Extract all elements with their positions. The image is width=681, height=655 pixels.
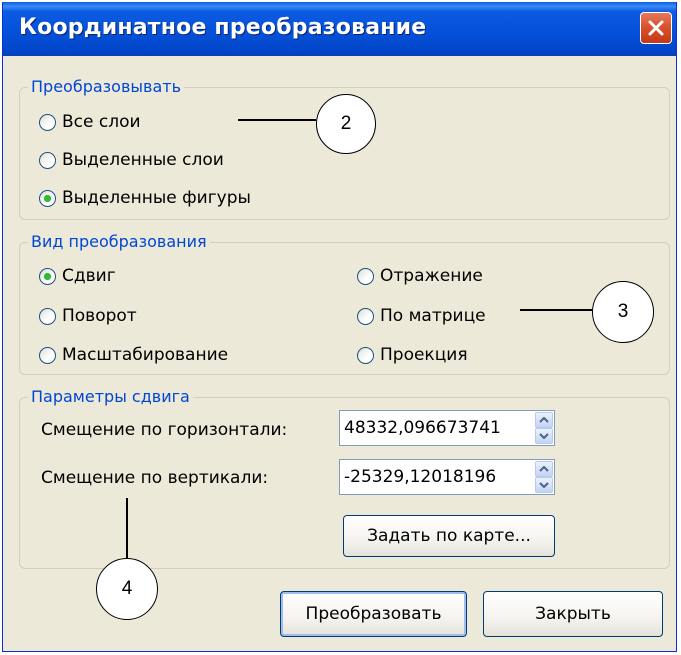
radio-rotate-label: Поворот xyxy=(62,306,137,326)
radio-reflect-label: Отражение xyxy=(380,266,483,286)
radio-selected-layers-label: Выделенные слои xyxy=(62,150,224,170)
transform-type-label: Вид преобразования xyxy=(28,232,210,252)
spin-up-button[interactable] xyxy=(535,461,553,477)
radio-scale-label: Масштабирование xyxy=(62,345,229,365)
radio-circle-icon xyxy=(39,267,56,285)
radio-matrix[interactable]: По матрице xyxy=(357,306,486,326)
close-window-button[interactable] xyxy=(640,12,672,44)
radio-scale[interactable]: Масштабирование xyxy=(39,345,228,365)
spin-down-button[interactable] xyxy=(535,477,553,493)
shift-params-label: Параметры сдвига xyxy=(28,387,193,407)
radio-shift-label: Сдвиг xyxy=(62,266,116,286)
chevron-down-icon xyxy=(539,433,549,439)
radio-circle-icon xyxy=(39,113,56,131)
spin-down-button[interactable] xyxy=(535,428,553,444)
callout-2: 2 xyxy=(316,94,376,154)
title-bar[interactable]: Координатное преобразование xyxy=(3,2,676,56)
horizontal-offset-input[interactable] xyxy=(340,411,534,445)
close-icon xyxy=(648,20,664,36)
radio-matrix-label: По матрице xyxy=(380,306,486,326)
callout-4-line xyxy=(126,498,128,560)
radio-circle-icon xyxy=(357,267,374,285)
radio-reflect[interactable]: Отражение xyxy=(357,266,483,286)
window-title: Координатное преобразование xyxy=(19,15,427,40)
radio-projection[interactable]: Проекция xyxy=(357,345,468,365)
vertical-offset-label: Смещение по вертикали: xyxy=(41,468,269,488)
vertical-offset-spinner[interactable] xyxy=(339,459,555,495)
close-button[interactable]: Закрыть xyxy=(483,591,663,637)
radio-selected-shapes-label: Выделенные фигуры xyxy=(62,188,251,208)
callout-2-line xyxy=(238,119,316,121)
chevron-down-icon xyxy=(539,482,549,488)
spin-up-button[interactable] xyxy=(535,412,553,428)
radio-circle-icon xyxy=(39,346,56,364)
transform-button[interactable]: Преобразовать xyxy=(280,591,467,637)
horizontal-offset-label: Смещение по горизонтали: xyxy=(41,420,288,440)
set-by-map-button[interactable]: Задать по карте... xyxy=(343,515,555,557)
radio-all-layers-label: Все слои xyxy=(62,112,141,132)
radio-all-layers[interactable]: Все слои xyxy=(39,112,141,132)
radio-circle-icon xyxy=(39,189,56,207)
radio-circle-icon xyxy=(39,307,56,325)
radio-rotate[interactable]: Поворот xyxy=(39,306,137,326)
radio-projection-label: Проекция xyxy=(380,345,468,365)
chevron-up-icon xyxy=(539,466,549,472)
radio-circle-icon xyxy=(357,307,374,325)
horizontal-offset-spinner[interactable] xyxy=(339,410,555,446)
transform-scope-label: Преобразовывать xyxy=(28,77,184,97)
callout-3: 3 xyxy=(592,281,654,343)
callout-4: 4 xyxy=(96,558,158,620)
radio-circle-icon xyxy=(39,151,56,169)
vertical-offset-input[interactable] xyxy=(340,460,534,494)
radio-selected-shapes[interactable]: Выделенные фигуры xyxy=(39,188,251,208)
radio-selected-layers[interactable]: Выделенные слои xyxy=(39,150,224,170)
chevron-up-icon xyxy=(539,417,549,423)
callout-3-line xyxy=(520,309,592,311)
radio-shift[interactable]: Сдвиг xyxy=(39,266,116,286)
radio-circle-icon xyxy=(357,346,374,364)
